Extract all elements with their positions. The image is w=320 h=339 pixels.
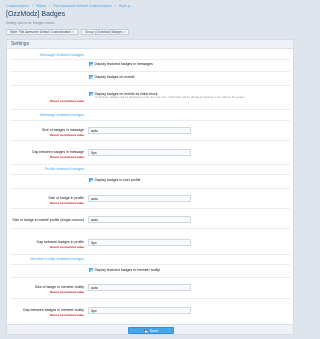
divider: [10, 277, 290, 278]
chevron-down-icon: ▾: [72, 30, 74, 34]
group-selector[interactable]: Group: [OzzModz] Badges ▾: [80, 29, 130, 35]
tooltip-gap-label: Gap between badges in member tooltip: [22, 308, 84, 312]
revert-customized-link[interactable]: Revert customized value: [50, 245, 84, 249]
profile-gap-label: Gap between badges in profile: [36, 240, 84, 244]
form-footer: 💾 Save: [7, 324, 293, 334]
breadcrumb-item[interactable]: Styles: [36, 4, 46, 8]
divider: [10, 254, 290, 255]
divider: [10, 59, 290, 60]
section-header-tooltip: Member tooltip featured badges: [30, 257, 84, 261]
checkbox-checked-icon: [89, 75, 93, 79]
message-gap-label: Gap between badges in message: [31, 150, 84, 154]
checkbox-checked-icon: [89, 62, 93, 66]
breadcrumb-item[interactable]: Style p...: [119, 4, 133, 8]
revert-customized-link[interactable]: Revert customized value: [50, 133, 84, 137]
profile-mobile-size-label: Size of badge in mobile profile (single …: [12, 218, 84, 222]
breadcrumb-separator: ›: [48, 4, 50, 8]
display-in-messages-checkbox[interactable]: Display featured badges in messages: [89, 62, 153, 66]
profile-mobile-size-input[interactable]: auto: [88, 216, 191, 223]
group-selector-label: Group: [OzzModz] Badges: [84, 30, 123, 34]
save-icon: 💾: [144, 328, 149, 333]
revert-customized-link[interactable]: Revert customized value: [50, 290, 84, 294]
divider: [10, 109, 290, 110]
divider: [10, 71, 290, 72]
checkbox-checked-icon: [89, 178, 93, 182]
divider: [10, 264, 290, 265]
divider: [10, 208, 290, 209]
breadcrumb: Customization › Styles › Flat Awesome De…: [6, 3, 133, 9]
section-header-profile: Profile featured badges: [44, 167, 84, 171]
message-size-input[interactable]: auto: [88, 127, 191, 134]
divider: [10, 85, 290, 86]
revert-customized-link[interactable]: Revert customized value: [50, 155, 84, 159]
revert-customized-link[interactable]: Revert customized value: [50, 313, 84, 317]
profile-size-input[interactable]: auto: [88, 195, 191, 202]
revert-customized-link[interactable]: Revert customized value: [50, 201, 84, 205]
style-group-selectors: Style: Flat Awesome Default Customizatio…: [6, 29, 130, 35]
divider: [10, 140, 290, 141]
style-selector[interactable]: Style: Flat Awesome Default Customizatio…: [6, 29, 78, 35]
page-title: [OzzModz] Badges: [6, 11, 66, 18]
breadcrumb-separator: ›: [114, 4, 116, 8]
divider: [10, 164, 290, 165]
divider: [10, 120, 290, 121]
checkbox-checked-icon: [89, 92, 93, 96]
profile-gap-input[interactable]: 5px: [88, 239, 191, 246]
style-selector-label: Style: Flat Awesome Default Customizatio…: [10, 30, 71, 34]
tooltip-size-input[interactable]: auto: [88, 284, 191, 291]
display-in-tooltip-checkbox[interactable]: Display featured badges in member toolti…: [89, 268, 160, 272]
page-description: Setting options for 'Badges' addon.: [6, 21, 56, 25]
save-button-label: Save: [149, 328, 158, 333]
message-size-label: Size of badges in message: [41, 128, 84, 132]
breadcrumb-item[interactable]: Customization: [6, 4, 29, 8]
chevron-down-icon: ▾: [123, 30, 126, 34]
divider: [10, 228, 290, 229]
inline-block-hint: If checked, badges will be displaying un…: [95, 95, 246, 99]
checkbox-label: Display featured badges in messages: [94, 62, 153, 66]
save-button[interactable]: 💾 Save: [128, 327, 174, 334]
panel-title: Settings: [7, 40, 293, 49]
display-in-profile-checkbox[interactable]: Display badges in user profile: [89, 178, 140, 182]
divider: [10, 174, 290, 175]
message-gap-input[interactable]: 5px: [88, 149, 191, 156]
checkbox-label: Display badges in user profile: [94, 178, 141, 182]
breadcrumb-item[interactable]: Flat Awesome Default Customization: [53, 4, 112, 8]
divider: [10, 188, 290, 189]
checkbox-label: Display featured badges in member toolti…: [94, 268, 161, 272]
display-on-mobile-checkbox[interactable]: Display badges on mobile: [89, 75, 135, 79]
divider: [10, 298, 290, 299]
checkbox-checked-icon: [89, 268, 93, 272]
profile-size-label: Size of badge in profile: [48, 196, 84, 200]
tooltip-gap-input[interactable]: 5px: [88, 307, 191, 314]
checkbox-label: Display badges on mobile: [94, 75, 135, 79]
breadcrumb-separator: ›: [31, 4, 33, 8]
revert-customized-link[interactable]: Revert customized value: [50, 99, 84, 103]
settings-panel: Settings Message featured badges Display…: [6, 39, 294, 335]
tooltip-size-label: Size of badge in member tooltip: [34, 285, 84, 289]
section-header-message-badges: Message featured badges: [40, 113, 84, 117]
section-header-message: Message featured badges: [40, 53, 84, 57]
